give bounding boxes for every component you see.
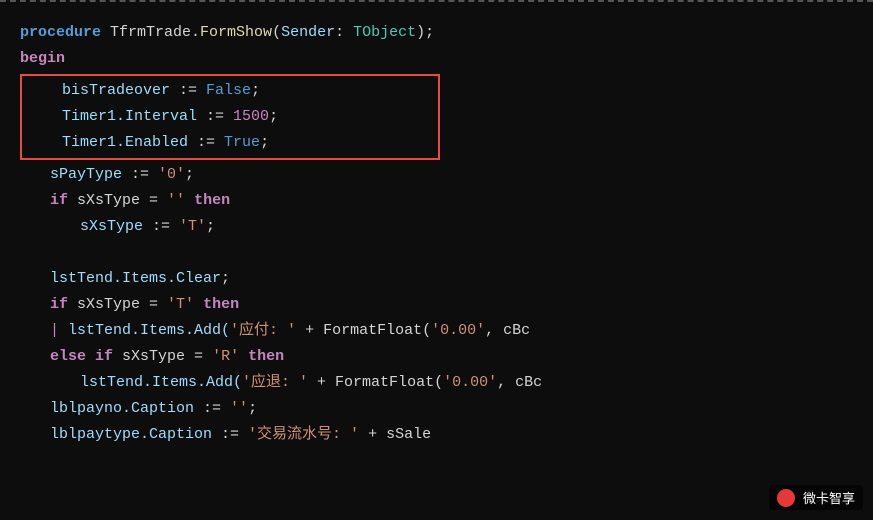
line-begin: begin — [20, 46, 853, 72]
line-lblpayno: lblpayno.Caption := '' ; — [20, 396, 853, 422]
line-spaytype: sPayType := '0' ; — [20, 162, 853, 188]
line-lblpaytype: lblpaytype.Caption := '交易流水号: ' + sSale — [20, 422, 853, 448]
watermark-text: 微卡智享 — [803, 488, 855, 507]
code-container: procedure TfrmTrade.FormShow(Sender: TOb… — [0, 0, 873, 520]
fn-name: FormShow — [200, 20, 272, 46]
line-timer1-enabled: Timer1.Enabled := True ; — [32, 130, 422, 156]
line-timer1-interval: Timer1.Interval := 1500 ; — [32, 104, 422, 130]
fn-class: TfrmTrade. — [101, 20, 200, 46]
line-lsttend-add2: lstTend.Items.Add( '应退: ' + FormatFloat(… — [20, 370, 853, 396]
watermark-icon — [777, 489, 795, 507]
code-block: procedure TfrmTrade.FormShow(Sender: TOb… — [0, 8, 873, 448]
line-sxstype-assign: sXsType := 'T' ; — [20, 214, 853, 240]
line-bistradeover: bisTradeover := False ; — [32, 78, 422, 104]
line-proc: procedure TfrmTrade.FormShow(Sender: TOb… — [20, 20, 853, 46]
kw-procedure: procedure — [20, 20, 101, 46]
line-if2: if sXsType = 'T' then — [20, 292, 853, 318]
line-lsttend-clear: lstTend.Items.Clear ; — [20, 266, 853, 292]
top-dashed-border — [0, 0, 873, 8]
highlight-box: bisTradeover := False ; Timer1.Interval … — [20, 74, 440, 160]
line-blank — [20, 240, 853, 266]
line-else-if: else if sXsType = 'R' then — [20, 344, 853, 370]
watermark: 微卡智享 — [769, 485, 863, 510]
line-pipe-add: | lstTend.Items.Add( '应付: ' + FormatFloa… — [20, 318, 853, 344]
line-if1: if sXsType = '' then — [20, 188, 853, 214]
